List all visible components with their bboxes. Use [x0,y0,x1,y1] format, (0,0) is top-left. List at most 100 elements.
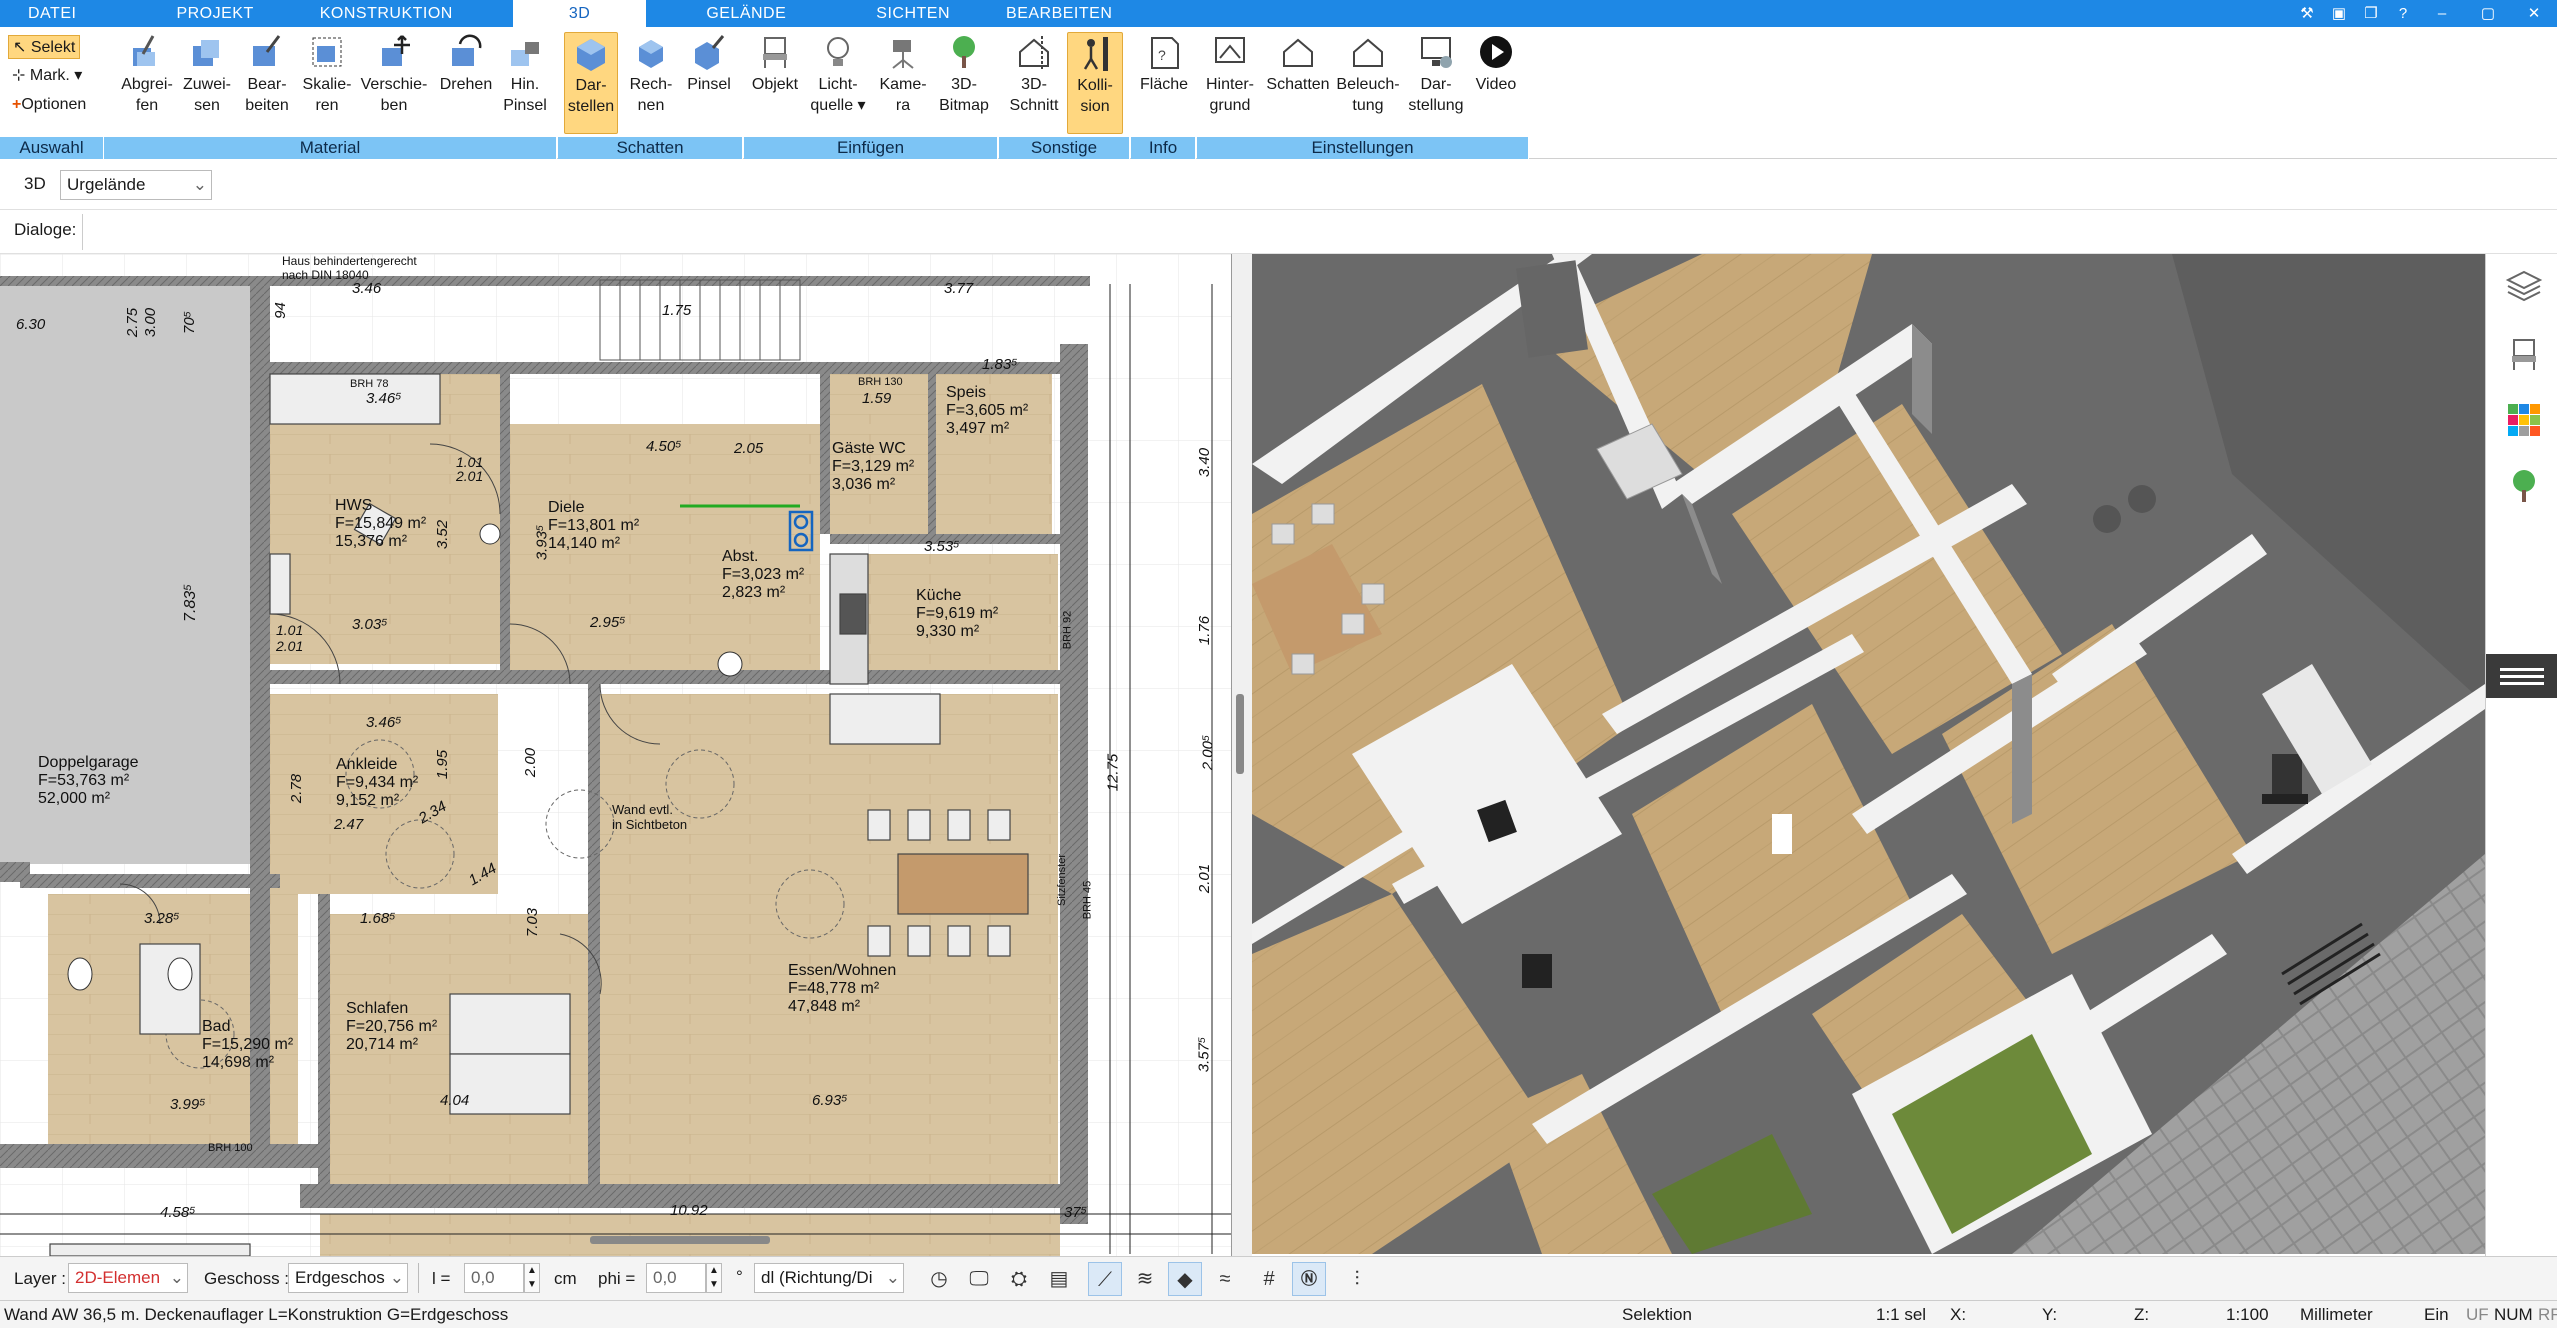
tab-projekt[interactable]: PROJEKT [104,0,281,27]
window-controls: ⚒ ▣ ❐ ? – ▢ ✕ [2291,0,2557,27]
snap-hatch-icon[interactable]: ≋ [1128,1262,1162,1296]
status-message: Wand AW 36,5 m. Deckenauflager L=Konstru… [4,1305,509,1324]
tab-bearbeiten[interactable]: BEARBEITEN [980,0,1138,27]
rechnen-button[interactable]: Rech-nen [624,32,678,116]
object-icon[interactable]: ⛭ [1002,1262,1036,1296]
divider [82,214,83,250]
direction-value: dl (Richtung/Di [761,1268,873,1287]
kollision-button[interactable]: Kolli-sion [1067,32,1123,134]
layer-copy-icon[interactable]: ▤ [1042,1262,1076,1296]
view-3d[interactable] [1252,254,2485,1254]
tab-konstruktion[interactable]: KONSTRUKTION [282,0,513,27]
snap-area-icon[interactable]: ◆ [1168,1262,1202,1296]
tools-icon[interactable]: ⚒ [2291,0,2323,27]
scale-icon [312,37,342,67]
abgreifen-label-1: Abgrei- [121,76,173,93]
clock-icon[interactable]: ◷ [922,1262,956,1296]
l-stepper[interactable]: ▲ ▼ [524,1263,540,1293]
schnitt-3d-button[interactable]: 3D- Schnitt [1003,32,1065,116]
hintergrund-label-2: grund [1209,97,1251,114]
help-icon[interactable]: ? [2387,0,2419,27]
folder-icon[interactable]: ▣ [2323,0,2355,27]
drehen-button[interactable]: Drehen [434,32,498,95]
phi-input[interactable]: 0,0 [646,1263,706,1293]
horizontal-scrollbar[interactable] [590,1236,770,1244]
info-vertical-icon[interactable]: ⫶ [1340,1262,1374,1296]
tab-datei[interactable]: DATEI [0,0,104,27]
monitor-icon[interactable]: 🖵 [962,1262,996,1296]
verschieben-button[interactable]: Verschie-ben [358,32,430,116]
zuweisen-button[interactable]: Zuwei-sen [180,32,234,116]
minimize-button[interactable]: – [2419,0,2465,27]
hintergrund-button[interactable]: Hinter-grund [1199,32,1261,116]
skalieren-button[interactable]: Skalie-ren [300,32,354,116]
area-icon: ? [1151,37,1179,69]
grid-icon[interactable]: # [1252,1262,1286,1296]
flaeche-button[interactable]: ? Fläche [1137,32,1191,95]
bitmap-3d-button[interactable]: 3D- Bitmap [934,32,994,116]
snap-line-icon[interactable]: ⟋ [1088,1262,1122,1296]
restore-small-icon[interactable]: ❐ [2355,0,2387,27]
camera-icon [892,40,914,69]
wave-icon[interactable]: ≈ [1208,1262,1242,1296]
phi-stepper[interactable]: ▲ ▼ [706,1263,722,1293]
close-button[interactable]: ✕ [2511,0,2557,27]
tab-3d[interactable]: 3D [512,0,647,27]
options-button[interactable]: +Optionen [8,93,90,117]
abgreifen-button[interactable]: Abgrei-fen [120,32,174,116]
schnitt-3d-label-2: Schnitt [1009,97,1059,114]
objekt-button[interactable]: Objekt [748,32,802,95]
tab-sichten[interactable]: SICHTEN [846,0,980,27]
lichtquelle-button[interactable]: Licht-quelle ▾ [806,32,870,116]
note-line: Wand evtl. [612,802,673,817]
pinsel-button[interactable]: Pinsel [682,32,736,95]
darstellen-button[interactable]: Dar-stellen [564,32,618,134]
schatten-einst-label-1: Schatten [1266,76,1330,93]
materials-icon[interactable] [2504,400,2544,440]
video-button[interactable]: Video [1469,32,1523,95]
north-icon[interactable]: Ⓝ [1292,1262,1326,1296]
status-bar: Wand AW 36,5 m. Deckenauflager L=Konstru… [0,1300,2557,1328]
status-flag-ein: Ein [2424,1305,2449,1324]
verschieben-label-2: ben [380,97,408,114]
terrain-dropdown[interactable]: Urgelände ⌄ [60,170,212,200]
room-area-net: 9,152 m² [336,792,400,809]
panel-toggle-button[interactable] [2486,654,2557,698]
splitter-handle[interactable] [1236,694,1244,774]
darstellen-label-2: stellen [567,98,615,115]
bearbeiten-label-2: beiten [245,97,289,114]
select-button[interactable]: ↖ Selekt [8,35,81,59]
schatten-einst-button[interactable]: Schatten [1263,32,1333,95]
calculate-shadow-icon [639,40,663,68]
layer-select[interactable]: 2D-Elemen ⌄ [68,1263,188,1293]
skalieren-label-2: ren [315,97,339,114]
l-input[interactable]: 0,0 [464,1263,524,1293]
room-name: Gäste WC [832,440,906,457]
darstellung-button[interactable]: Dar-stellung [1405,32,1467,116]
maximize-button[interactable]: ▢ [2465,0,2511,27]
mark-button[interactable]: ⊹ Mark. ▾ [8,64,86,88]
layers-icon[interactable] [2504,268,2544,308]
tab-gelaende[interactable]: GELÄNDE [646,0,846,27]
dim-label: 6.93⁵ [812,1092,848,1109]
dim-label: 3.46⁵ [366,390,402,407]
chevron-down-icon: ⌄ [169,1268,184,1287]
kamera-button[interactable]: Kame-ra [876,32,930,116]
beleuchtung-button[interactable]: Beleuch-tung [1333,32,1403,116]
direction-select[interactable]: dl (Richtung/Di ⌄ [754,1263,904,1293]
hin-pinsel-button[interactable]: Hin. Pinsel [498,32,552,116]
status-y: Y: [2042,1305,2058,1324]
room-area: F=15,290 m² [202,1036,294,1053]
bearbeiten-button[interactable]: Bear-beiten [240,32,294,116]
furniture-icon[interactable] [2504,334,2544,374]
room-area: F=48,778 m² [788,980,880,997]
dim-label: 2.01 [456,468,484,484]
floorplan-view[interactable]: HWS F=15,849 m² 15,376 m² Diele F=13,801 m²… [0,254,1232,1256]
menu-icon-bar [2500,675,2544,678]
view-splitter[interactable] [1232,254,1252,1256]
plants-icon[interactable] [2504,466,2544,506]
room-area-net: 9,330 m² [916,623,980,640]
geschoss-select[interactable]: Erdgeschos ⌄ [288,1263,408,1293]
pipette-icon [133,35,155,66]
menu-bar: DATEI PROJEKT KONSTRUKTION 3D GELÄNDE SI… [0,0,2557,27]
